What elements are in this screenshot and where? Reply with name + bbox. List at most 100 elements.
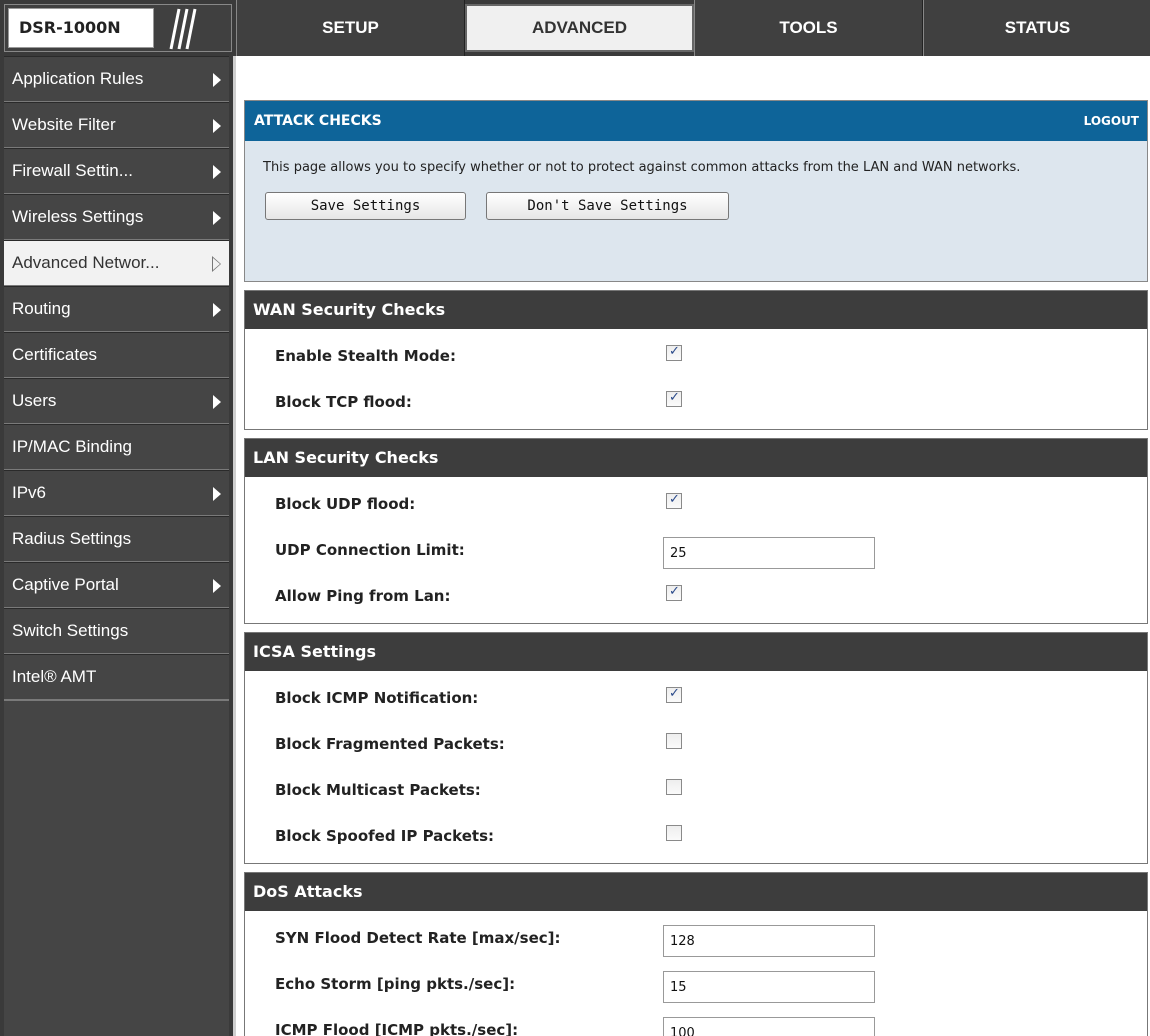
sidebar-item-ipv6[interactable]: IPv6	[4, 470, 229, 516]
block-spoofed-ip-checkbox[interactable]	[666, 825, 682, 841]
block-multicast-packets-checkbox[interactable]	[666, 779, 682, 795]
sidebar-item-label: Radius Settings	[12, 529, 132, 548]
wan-security-section: WAN Security Checks Enable Stealth Mode:…	[244, 290, 1148, 430]
sidebar-item-intel-amt[interactable]: Intel® AMT	[4, 654, 229, 700]
form-row: Block UDP flood:	[245, 481, 1147, 527]
chevron-right-icon	[213, 73, 221, 87]
form-row: Block Spoofed IP Packets:	[245, 813, 1147, 859]
sidebar-item-label: Users	[12, 391, 57, 410]
sidebar-item-advanced-network[interactable]: Advanced Networ...	[4, 240, 229, 286]
sidebar-item-users[interactable]: Users	[4, 378, 229, 424]
section-title: WAN Security Checks	[245, 291, 1147, 329]
tab-status[interactable]: STATUS	[923, 0, 1150, 56]
main-content: ATTACK CHECKS LOGOUT This page allows yo…	[244, 100, 1148, 1036]
sidebar: Application Rules Website Filter Firewal…	[0, 56, 236, 1036]
sidebar-item-captive-portal[interactable]: Captive Portal	[4, 562, 229, 608]
field-label: Block TCP flood:	[275, 393, 412, 411]
logo-slashes-icon	[169, 8, 197, 50]
dos-attacks-section: DoS Attacks SYN Flood Detect Rate [max/s…	[244, 872, 1148, 1036]
chevron-right-icon	[213, 395, 221, 409]
sidebar-item-label: IP/MAC Binding	[12, 437, 132, 456]
stealth-mode-checkbox[interactable]	[666, 344, 682, 361]
field-label: Enable Stealth Mode:	[275, 347, 456, 365]
lan-security-section: LAN Security Checks Block UDP flood: UDP…	[244, 438, 1148, 624]
logout-link[interactable]: LOGOUT	[1084, 101, 1139, 141]
chevron-right-outline-icon	[212, 256, 221, 272]
section-title: LAN Security Checks	[245, 439, 1147, 477]
block-icmp-notification-checkbox[interactable]	[666, 686, 682, 703]
top-navigation-bar: DSR-1000N SETUP ADVANCED TOOLS STATUS	[0, 0, 1150, 56]
model-name: DSR-1000N	[8, 8, 154, 48]
field-label: SYN Flood Detect Rate [max/sec]:	[275, 929, 561, 947]
block-udp-flood-checkbox[interactable]	[666, 492, 682, 509]
section-title: DoS Attacks	[245, 873, 1147, 911]
sidebar-item-radius-settings[interactable]: Radius Settings	[4, 516, 229, 562]
form-row: Echo Storm [ping pkts./sec]:	[245, 961, 1147, 1007]
sidebar-item-application-rules[interactable]: Application Rules	[4, 56, 229, 102]
dont-save-settings-button[interactable]: Don't Save Settings	[486, 192, 729, 220]
sidebar-item-label: Application Rules	[12, 69, 144, 88]
section-body: SYN Flood Detect Rate [max/sec]: Echo St…	[245, 911, 1147, 1036]
form-row: SYN Flood Detect Rate [max/sec]:	[245, 915, 1147, 961]
section-body: Block ICMP Notification: Block Fragmente…	[245, 671, 1147, 863]
sidebar-item-label: Routing	[12, 299, 71, 318]
tab-tools[interactable]: TOOLS	[694, 0, 923, 56]
form-row: Allow Ping from Lan:	[245, 573, 1147, 619]
field-label: Allow Ping from Lan:	[275, 587, 451, 605]
form-row: Enable Stealth Mode:	[245, 333, 1147, 379]
field-label: UDP Connection Limit:	[275, 541, 465, 559]
page-description: This page allows you to specify whether …	[263, 160, 1021, 175]
sidebar-item-routing[interactable]: Routing	[4, 286, 229, 332]
sidebar-item-firewall-settings[interactable]: Firewall Settin...	[4, 148, 229, 194]
section-title: ICSA Settings	[245, 633, 1147, 671]
sidebar-item-wireless-settings[interactable]: Wireless Settings	[4, 194, 229, 240]
sidebar-filler	[4, 700, 229, 1036]
tab-setup[interactable]: SETUP	[236, 0, 465, 56]
chevron-right-icon	[213, 165, 221, 179]
allow-ping-lan-checkbox[interactable]	[666, 584, 682, 601]
tab-advanced[interactable]: ADVANCED	[465, 4, 694, 52]
icsa-settings-section: ICSA Settings Block ICMP Notification: B…	[244, 632, 1148, 864]
sidebar-item-label: Switch Settings	[12, 621, 129, 640]
chevron-right-icon	[213, 303, 221, 317]
sidebar-item-label: Certificates	[12, 345, 98, 364]
sidebar-item-label: Intel® AMT	[12, 667, 97, 686]
form-row: Block ICMP Notification:	[245, 675, 1147, 721]
chevron-right-icon	[213, 119, 221, 133]
sidebar-item-label: Captive Portal	[12, 575, 119, 594]
panel-header: ATTACK CHECKS LOGOUT	[245, 101, 1147, 141]
form-row: Block Fragmented Packets:	[245, 721, 1147, 767]
main-tabs: SETUP ADVANCED TOOLS STATUS	[236, 0, 1150, 56]
form-row: Block TCP flood:	[245, 379, 1147, 425]
sidebar-item-ip-mac-binding[interactable]: IP/MAC Binding	[4, 424, 229, 470]
form-row: Block Multicast Packets:	[245, 767, 1147, 813]
product-logo: DSR-1000N	[4, 4, 232, 52]
sidebar-item-certificates[interactable]: Certificates	[4, 332, 229, 378]
block-fragmented-packets-checkbox[interactable]	[666, 733, 682, 749]
icmp-flood-input[interactable]	[663, 1017, 875, 1036]
field-label: Block Multicast Packets:	[275, 781, 481, 799]
sidebar-item-label: Firewall Settin...	[12, 161, 133, 180]
sidebar-item-label: Website Filter	[12, 115, 116, 134]
sidebar-item-label: Advanced Networ...	[12, 253, 160, 272]
form-row: ICMP Flood [ICMP pkts./sec]:	[245, 1007, 1147, 1036]
udp-connection-limit-input[interactable]	[663, 537, 875, 569]
field-label: ICMP Flood [ICMP pkts./sec]:	[275, 1021, 519, 1036]
attack-checks-panel: ATTACK CHECKS LOGOUT This page allows yo…	[244, 100, 1148, 282]
sidebar-item-label: IPv6	[12, 483, 47, 502]
field-label: Block Spoofed IP Packets:	[275, 827, 495, 845]
block-tcp-flood-checkbox[interactable]	[666, 390, 682, 407]
sidebar-item-website-filter[interactable]: Website Filter	[4, 102, 229, 148]
field-label: Block ICMP Notification:	[275, 689, 479, 707]
field-label: Block Fragmented Packets:	[275, 735, 505, 753]
echo-storm-input[interactable]	[663, 971, 875, 1003]
sidebar-item-switch-settings[interactable]: Switch Settings	[4, 608, 229, 654]
save-settings-button[interactable]: Save Settings	[265, 192, 466, 220]
syn-flood-rate-input[interactable]	[663, 925, 875, 957]
sidebar-item-label: Wireless Settings	[12, 207, 144, 226]
action-buttons: Save Settings Don't Save Settings	[245, 176, 1147, 220]
section-body: Enable Stealth Mode: Block TCP flood:	[245, 329, 1147, 429]
page-title: ATTACK CHECKS	[254, 113, 382, 129]
field-label: Echo Storm [ping pkts./sec]:	[275, 975, 516, 993]
chevron-right-icon	[213, 487, 221, 501]
